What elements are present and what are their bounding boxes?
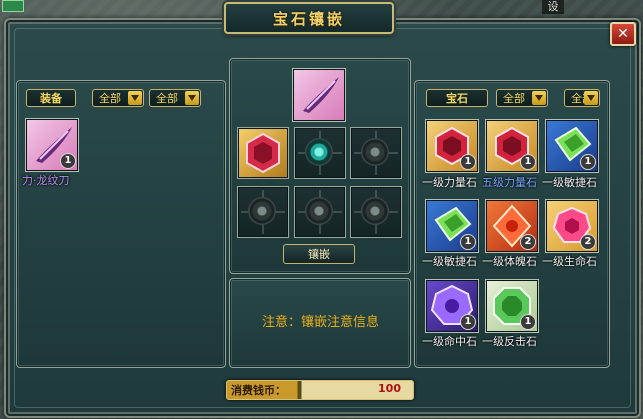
socket-slot-empty[interactable] xyxy=(350,186,402,238)
gem-item-name: 一级体魄石 xyxy=(482,255,537,268)
equipment-filter-1-dropdown[interactable]: 全部 xyxy=(92,89,144,107)
item-count-badge: 2 xyxy=(580,234,596,250)
gem-item-name: 五级力量石 xyxy=(482,176,537,189)
equipment-filter-2-dropdown[interactable]: 全部 xyxy=(149,89,201,107)
socket-hole-icon xyxy=(305,197,333,225)
gem-item[interactable]: 1 xyxy=(545,119,599,173)
window-title-plate: 宝石镶嵌 xyxy=(224,2,394,34)
gem-item-name: 一级敏捷石 xyxy=(542,176,597,189)
item-count-badge: 1 xyxy=(520,154,536,170)
equipment-category-label: 装备 xyxy=(26,89,76,107)
cost-value: 100 xyxy=(378,382,401,395)
window-title: 宝石镶嵌 xyxy=(272,9,345,28)
gem-filter-1-dropdown[interactable]: 全部 xyxy=(496,89,548,107)
gem-filter-1-value: 全部 xyxy=(503,92,525,105)
gem-item-name: 一级反击石 xyxy=(482,335,537,348)
item-count-badge: 2 xyxy=(520,234,536,250)
item-count-badge: 1 xyxy=(60,153,76,169)
socket-slot-empty[interactable] xyxy=(294,127,346,179)
gem-item[interactable]: 2 xyxy=(485,199,539,253)
equipment-filter-2-value: 全部 xyxy=(156,92,178,105)
socket-hole-icon xyxy=(361,197,389,225)
socket-slot-empty[interactable] xyxy=(237,186,289,238)
embed-button[interactable]: 镶嵌 xyxy=(283,244,355,264)
gem-item[interactable]: 1 xyxy=(485,279,539,333)
gem-item[interactable]: 1 xyxy=(425,279,479,333)
item-count-badge: 1 xyxy=(580,154,596,170)
notice-text: 注意：镶嵌注意信息 xyxy=(262,315,380,330)
gem-item-name: 一级生命石 xyxy=(542,255,597,268)
cost-label: 消费钱币： xyxy=(231,384,286,397)
equipment-filter-1-value: 全部 xyxy=(99,92,121,105)
minimap-icon[interactable] xyxy=(2,0,24,12)
close-button[interactable]: ✕ xyxy=(610,22,636,46)
socket-hole-icon xyxy=(361,138,389,166)
item-count-badge: 1 xyxy=(460,314,476,330)
socket-slot-empty[interactable] xyxy=(294,186,346,238)
cost-bar: 消费钱币： 100 xyxy=(226,380,414,400)
socket-hole-icon xyxy=(305,138,333,166)
chevron-down-icon xyxy=(532,91,546,105)
gem-filter-2-dropdown[interactable]: 全部 xyxy=(564,89,600,107)
item-count-badge: 1 xyxy=(520,314,536,330)
item-count-badge: 1 xyxy=(460,234,476,250)
gem-item-name: 一级命中石 xyxy=(422,335,477,348)
gem-item-name: 一级敏捷石 xyxy=(422,255,477,268)
gem-category-label: 宝石 xyxy=(426,89,488,107)
equipment-item[interactable]: 1 xyxy=(25,118,79,172)
gem-item[interactable]: 1 xyxy=(485,119,539,173)
socket-slot-empty[interactable] xyxy=(350,127,402,179)
selected-equipment-slot[interactable] xyxy=(292,68,346,122)
socket-hole-icon xyxy=(248,197,276,225)
settings-tag[interactable]: 设 xyxy=(542,0,564,14)
gem-item-name: 一级力量石 xyxy=(422,176,477,189)
chevron-down-icon xyxy=(584,91,598,105)
socket-slot-filled[interactable] xyxy=(237,127,289,179)
red-gem-icon xyxy=(246,132,280,174)
gem-item[interactable]: 2 xyxy=(545,199,599,253)
gem-item[interactable]: 1 xyxy=(425,119,479,173)
equipment-item-name: 力·龙纹刀 xyxy=(22,174,70,187)
item-count-badge: 1 xyxy=(460,154,476,170)
chevron-down-icon xyxy=(185,91,199,105)
chevron-down-icon xyxy=(128,91,142,105)
gem-item[interactable]: 1 xyxy=(425,199,479,253)
blade-icon xyxy=(303,77,339,113)
